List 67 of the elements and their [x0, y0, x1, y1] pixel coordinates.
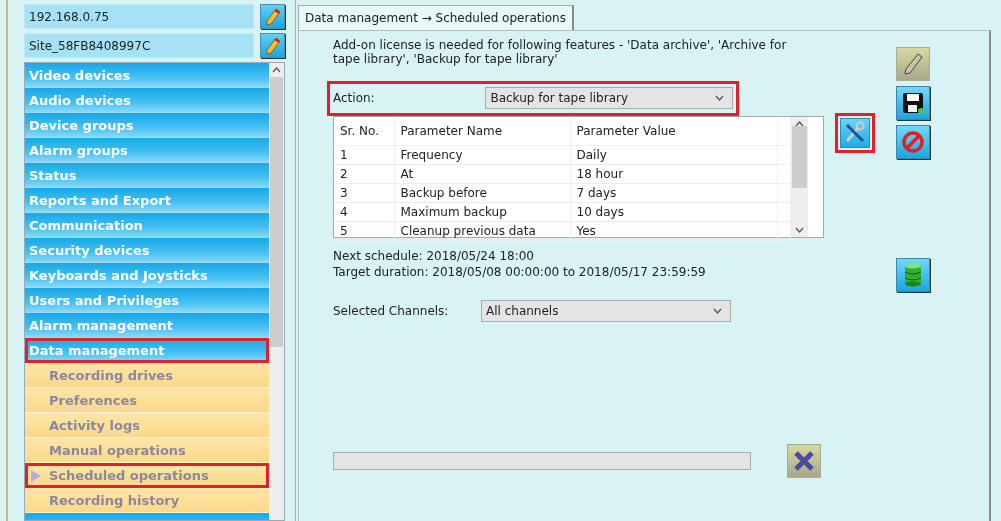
tab[interactable]: Data management → Scheduled operations	[298, 5, 574, 30]
chevron-icon[interactable]	[715, 95, 724, 102]
submenu-item[interactable]: Recording history	[25, 488, 269, 513]
cancel-button[interactable]	[896, 124, 930, 159]
submenu-item[interactable]: Preferences	[25, 388, 269, 413]
arrow-icon	[31, 470, 41, 482]
table-cell: 7 days	[570, 183, 777, 203]
menu-item[interactable]: Data management	[25, 338, 269, 363]
next-schedule: Next schedule: 2018/05/24 18:00	[333, 247, 535, 265]
chevron-icon[interactable]	[713, 307, 722, 314]
column-header[interactable]: Parameter Value	[570, 116, 777, 146]
scroll-up-icon[interactable]	[794, 120, 804, 127]
menu-item[interactable]: Keyboards and Joysticks	[25, 263, 269, 288]
menu-item[interactable]: Security devices	[25, 238, 269, 263]
submenu-item[interactable]: Recording drives	[25, 363, 269, 388]
table-cell: Cleanup previous data	[394, 221, 570, 241]
table-cell: 5	[334, 221, 394, 241]
edit-button[interactable]	[260, 33, 285, 58]
pencil-icon	[264, 36, 281, 55]
site-field[interactable]: 192.168.0.75	[24, 4, 254, 29]
wrench-icon	[843, 120, 867, 145]
license-note: Add-on license is needed for following features - 'Data archive', 'Archive for tape library', 'Backup for tape library'	[333, 39, 788, 67]
menu-item[interactable]: Users and Privileges	[25, 288, 269, 313]
table-cell: Backup before	[394, 183, 570, 203]
scroll-down-icon[interactable]	[794, 226, 804, 233]
table-cell: 10 days	[570, 202, 777, 222]
menu-item[interactable]: Alarm groups	[25, 138, 269, 163]
table-cell: 3	[334, 183, 394, 203]
table-cell: 2	[334, 164, 394, 184]
pencil-icon	[902, 51, 924, 76]
table-cell: 4	[334, 202, 394, 222]
database-button[interactable]	[896, 257, 930, 292]
submenu-item[interactable]: Scheduled operations	[25, 463, 269, 488]
tools-button[interactable]	[835, 112, 875, 153]
pencil-icon	[264, 7, 281, 26]
menu-item[interactable]: Communication	[25, 213, 269, 238]
scroll-up-icon[interactable]	[272, 67, 281, 73]
table-cell: 18 hour	[570, 164, 777, 184]
submenu-item[interactable]: Manual operations	[25, 438, 269, 463]
table-cell: Yes	[570, 221, 777, 241]
close-icon	[793, 449, 815, 472]
save-icon	[901, 90, 925, 115]
menu-item[interactable]: Device groups	[25, 113, 269, 138]
save-button[interactable]	[896, 85, 930, 120]
table-cell: Frequency	[394, 145, 570, 165]
prohibited-icon	[901, 129, 925, 154]
site-field[interactable]: Site_58FB8408997C	[24, 33, 254, 58]
channels-label: Selected Channels:	[333, 302, 450, 320]
menu-item[interactable]: Alarm management	[25, 313, 269, 338]
action-label: Action:	[333, 90, 376, 108]
table-cell: 1	[334, 145, 394, 165]
channels-dropdown[interactable]: All channels	[481, 299, 731, 322]
edit-button[interactable]	[260, 4, 285, 29]
scrollbar[interactable]	[269, 63, 284, 520]
table-cell: At	[394, 164, 570, 184]
menu-item[interactable]: Audio devices	[25, 88, 269, 113]
menu-item[interactable]: Reports and Export	[25, 188, 269, 213]
column-header[interactable]: Sr. No.	[334, 116, 394, 146]
column-header[interactable]: Parameter Name	[394, 116, 570, 146]
target-duration: Target duration: 2018/05/08 00:00:00 to 2018/05/17 23:59:59	[333, 263, 707, 281]
database-icon	[903, 262, 923, 287]
action-dropdown[interactable]: Backup for tape library	[485, 87, 733, 110]
menu-item[interactable]: Video devices	[25, 63, 269, 88]
table-cell: Maximum backup	[394, 202, 570, 222]
table-cell: Daily	[570, 145, 777, 165]
menu-item[interactable]: Status	[25, 163, 269, 188]
submenu-item[interactable]: Activity logs	[25, 413, 269, 438]
